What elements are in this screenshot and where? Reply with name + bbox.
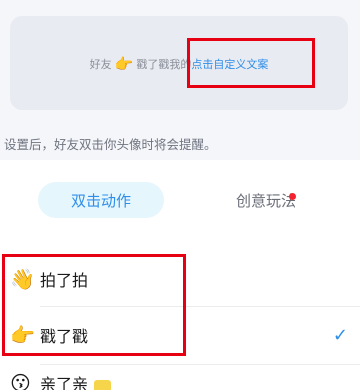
tab-creative-play[interactable]: 创意玩法 (206, 182, 326, 218)
action-item-poke[interactable]: 👉 戳了戳 ✓ (0, 306, 360, 364)
poke-finger-icon: 👉 (114, 55, 134, 73)
preview-action-text: 戳了戳我的 (136, 58, 192, 71)
preview-friend-text: 好友 (89, 58, 112, 71)
feature-badge (94, 379, 111, 390)
poke-finger-icon: 👉 (10, 323, 35, 347)
preview-line: 好友 👉 戳了戳我的 点击自定义文案 (10, 53, 348, 75)
action-item-pat[interactable]: 👋 拍了拍 (0, 250, 360, 308)
wave-hand-icon: 👋 (10, 267, 35, 291)
action-label: 戳了戳 (40, 327, 89, 346)
tab-double-tap-action[interactable]: 双击动作 (38, 182, 164, 218)
action-item-kiss[interactable]: 😗 亲了亲 (0, 368, 360, 390)
preview-area: 好友 👉 戳了戳我的 点击自定义文案 设置后，好友双击你头像时将会提醒。 (0, 0, 360, 160)
tab-bar: 双击动作 创意玩法 (0, 182, 360, 222)
custom-text-link[interactable]: 点击自定义文案 (191, 56, 268, 72)
preview-card: 好友 👉 戳了戳我的 点击自定义文案 (10, 16, 348, 110)
face-icon: 😗 (10, 371, 31, 390)
action-label: 亲了亲 (40, 371, 111, 390)
checkmark-icon: ✓ (332, 324, 348, 346)
new-dot-badge (289, 193, 296, 200)
divider (40, 364, 360, 365)
action-label: 拍了拍 (40, 271, 89, 290)
hint-text: 设置后，好友双击你头像时将会提醒。 (4, 137, 217, 152)
